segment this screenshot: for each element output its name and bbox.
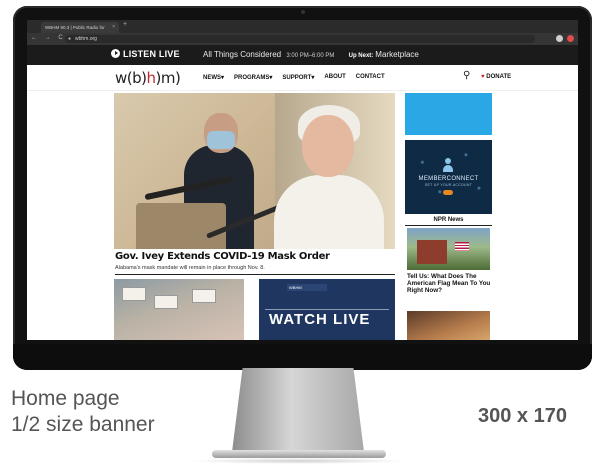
- browser-extensions: [556, 35, 574, 42]
- listen-live-bar: LISTEN LIVE All Things Considered 3:00 P…: [27, 45, 578, 65]
- protest-sign: [122, 287, 146, 301]
- hero-podium: [136, 203, 226, 249]
- nav-contact[interactable]: CONTACT: [356, 74, 385, 81]
- webcam: [300, 10, 305, 14]
- search-icon[interactable]: ⚲: [463, 70, 470, 81]
- npr-story-headline[interactable]: Tell Us: What Does The American Flag Mea…: [407, 273, 492, 294]
- watch-live-rule: [265, 309, 389, 310]
- donate-button[interactable]: ♥ DONATE: [481, 74, 511, 80]
- nav-news-label: NEWS: [203, 75, 221, 81]
- hero-image[interactable]: [114, 93, 395, 249]
- site-header: w(b)h)m) NEWS▾ PROGRAMS▾ SUPPORT▾ ABOUT …: [27, 65, 578, 91]
- npr-story-image-2[interactable]: [407, 311, 490, 340]
- nav-support-label: SUPPORT: [282, 75, 312, 81]
- sidebar-ad-blue[interactable]: [405, 93, 492, 135]
- mockup-stage: WBHM 90.3 | Public Radio for × + ← → C ⌂…: [0, 0, 602, 468]
- stand-shadow: [188, 458, 410, 464]
- current-show: All Things Considered: [203, 50, 282, 59]
- monitor-chin: [13, 344, 592, 370]
- hero-figure-woman: [274, 175, 384, 249]
- play-icon: [111, 49, 120, 58]
- caption: Home page 1/2 size banner: [11, 386, 155, 438]
- monitor-screen: WBHM 90.3 | Public Radio for × + ← → C ⌂…: [27, 20, 578, 340]
- member-user-icon: [443, 158, 453, 172]
- nav-programs-label: PROGRAMS: [234, 75, 270, 81]
- logo-part-2: h: [146, 69, 157, 87]
- hero-figure-woman-head: [302, 115, 354, 177]
- donate-label: DONATE: [486, 74, 512, 80]
- watch-live-text: WATCH LIVE: [269, 311, 371, 328]
- profile-icon[interactable]: [556, 35, 563, 42]
- now-playing: All Things Considered 3:00 PM–6:00 PM Up…: [203, 50, 419, 59]
- browser-tab[interactable]: WBHM 90.3 | Public Radio for ×: [41, 22, 119, 33]
- current-show-time: 3:00 PM–6:00 PM: [286, 53, 335, 59]
- npr-news-heading: NPR News: [405, 217, 492, 226]
- listen-live-button[interactable]: LISTEN LIVE: [111, 49, 180, 59]
- main-nav: NEWS▾ PROGRAMS▾ SUPPORT▾ ABOUT CONTACT: [203, 74, 385, 81]
- hero-headline[interactable]: Gov. Ivey Extends COVID-19 Mask Order: [115, 251, 395, 262]
- protest-sign: [192, 289, 216, 303]
- story-thumbnail-protest[interactable]: [114, 279, 244, 340]
- memberconnect-title: MEMBERCONNECT: [418, 176, 479, 182]
- memberconnect-ad[interactable]: MEMBERCONNECT SET UP YOUR ACCOUNT: [405, 140, 492, 214]
- watch-live-strip: WBHM: [287, 284, 327, 291]
- heart-icon: ♥: [481, 74, 485, 80]
- extension-icon[interactable]: [567, 35, 574, 42]
- toggle-icon: [443, 190, 453, 195]
- up-next-label: Up Next:: [348, 53, 374, 59]
- nav-programs[interactable]: PROGRAMS▾: [234, 74, 272, 81]
- url-text: wbhm.org: [75, 36, 97, 42]
- main-content: Gov. Ivey Extends COVID-19 Mask Order Al…: [27, 91, 578, 340]
- npr-story-image[interactable]: [407, 228, 490, 270]
- story-thumbnail-watch-live[interactable]: WBHM WATCH LIVE: [259, 279, 395, 340]
- flag-image: [455, 242, 469, 251]
- new-tab-button[interactable]: +: [123, 21, 127, 28]
- monitor: WBHM 90.3 | Public Radio for × + ← → C ⌂…: [13, 6, 592, 370]
- browser-tab-title: WBHM 90.3 | Public Radio for: [45, 25, 105, 30]
- url-field[interactable]: ● wbhm.org: [65, 35, 535, 43]
- wbhm-logo[interactable]: w(b)h)m): [115, 69, 181, 87]
- caption-line-1: Home page: [11, 387, 120, 410]
- nav-about[interactable]: ABOUT: [324, 74, 345, 81]
- nav-contact-label: CONTACT: [355, 74, 385, 80]
- lock-icon: ●: [68, 36, 72, 42]
- protest-sign: [154, 295, 178, 309]
- nav-support[interactable]: SUPPORT▾: [282, 74, 314, 81]
- hero-face-mask: [207, 131, 235, 149]
- browser-address-bar: ← → C ⌂ ● wbhm.org: [27, 33, 578, 45]
- logo-part-1: w(b): [115, 69, 147, 87]
- nav-about-label: ABOUT: [324, 74, 346, 80]
- caption-line-2: 1/2 size banner: [11, 413, 155, 436]
- close-tab-icon[interactable]: ×: [112, 22, 115, 33]
- browser-tab-bar: WBHM 90.3 | Public Radio for × +: [27, 20, 578, 33]
- banner-size-label: 300 x 170: [478, 405, 567, 427]
- hero-dek: Alabama's mask mandate will remain in pl…: [115, 265, 395, 275]
- monitor-stand: [232, 368, 364, 452]
- monitor-base: [212, 450, 386, 458]
- listen-live-label: LISTEN LIVE: [123, 49, 180, 59]
- house-image: [417, 240, 447, 264]
- memberconnect-subtitle: SET UP YOUR ACCOUNT: [424, 183, 473, 187]
- logo-part-3: )m): [155, 69, 181, 87]
- nav-news[interactable]: NEWS▾: [203, 74, 224, 81]
- up-next-show: Marketplace: [375, 50, 419, 59]
